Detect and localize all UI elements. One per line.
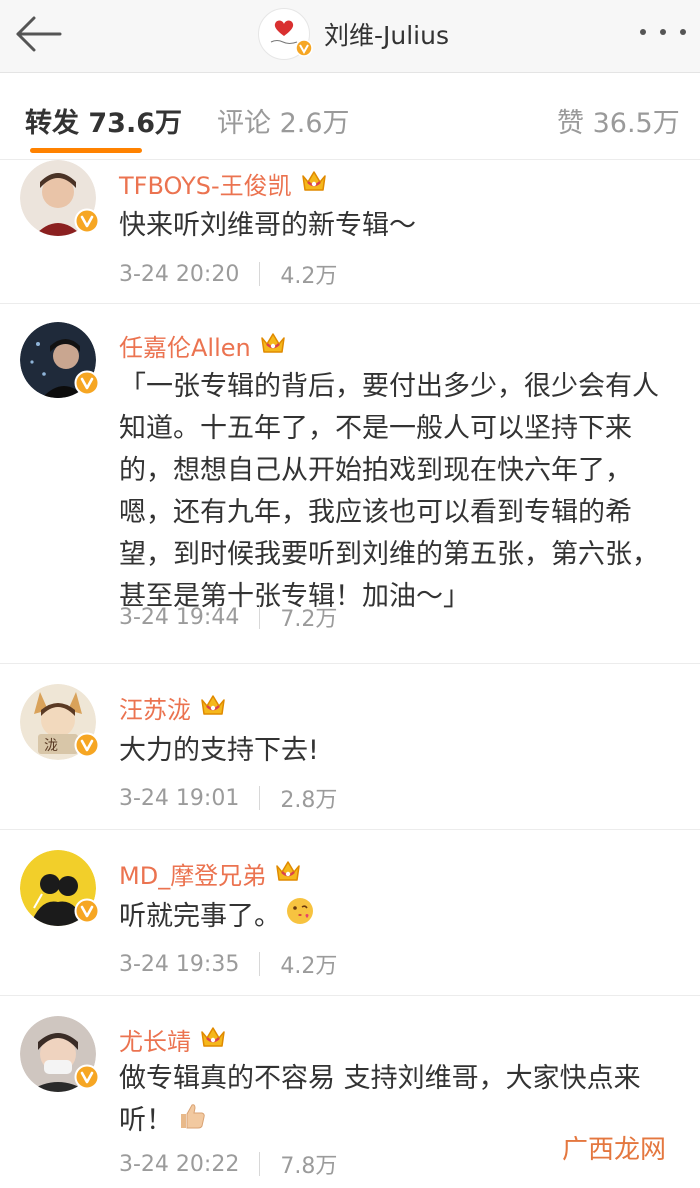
- verified-badge-icon: [74, 898, 100, 928]
- avatar[interactable]: 泷: [20, 684, 100, 760]
- watermark: 广西龙网: [561, 1135, 666, 1165]
- timestamp: 3-24 19:44: [119, 604, 240, 630]
- timestamp: 3-24 19:35: [119, 951, 240, 977]
- comment-text: 快来听刘维哥的新专辑～: [119, 210, 416, 241]
- username[interactable]: TFBOYS-王俊凯: [119, 166, 292, 201]
- avatar[interactable]: [20, 160, 100, 236]
- repost-list: TFBOYS-王俊凯 快来听刘维哥的新专辑～ 3-24 20:20 4.2万 任…: [0, 160, 700, 1188]
- tab-comments[interactable]: 评论 2.6万: [217, 101, 350, 140]
- avatar[interactable]: [20, 322, 100, 398]
- verified-badge-icon: [74, 732, 100, 762]
- list-item[interactable]: TFBOYS-王俊凯 快来听刘维哥的新专辑～ 3-24 20:20 4.2万: [0, 160, 700, 304]
- like-count[interactable]: 7.8万: [280, 1148, 337, 1180]
- back-arrow-icon[interactable]: [14, 14, 62, 54]
- divider: [259, 605, 261, 629]
- list-item[interactable]: 任嘉伦Allen 「一张专辑的背后，要付出多少，很少会有人知道。十五年了，不是一…: [0, 304, 700, 664]
- more-dots-icon[interactable]: [640, 22, 686, 42]
- page-title: 刘维-Julius: [324, 21, 450, 50]
- divider: [259, 262, 261, 286]
- comment-text: 听就完事了。: [119, 901, 281, 932]
- list-item[interactable]: MD_摩登兄弟 听就完事了。 3-24 19:35 4.2万: [0, 830, 700, 996]
- kiss-emoji-icon: [285, 896, 315, 939]
- timestamp: 3-24 20:22: [119, 1151, 240, 1177]
- divider: [259, 952, 261, 976]
- avatar[interactable]: [258, 8, 313, 61]
- crown-icon: [199, 1024, 227, 1056]
- svg-text:泷: 泷: [44, 738, 58, 754]
- crown-icon: [274, 858, 302, 890]
- like-count[interactable]: 4.2万: [280, 948, 337, 980]
- verified-badge-icon: [74, 370, 100, 400]
- avatar[interactable]: [20, 1016, 100, 1092]
- like-count[interactable]: 4.2万: [280, 258, 337, 290]
- tab-likes[interactable]: 赞 36.5万: [557, 101, 680, 140]
- active-tab-indicator: [30, 148, 142, 153]
- verified-badge-icon: [295, 39, 313, 61]
- username[interactable]: 汪苏泷: [119, 690, 191, 725]
- comment-text: 大力的支持下去!: [119, 735, 319, 766]
- tab-bar: 转发 73.6万 评论 2.6万 赞 36.5万: [0, 73, 700, 160]
- verified-badge-icon: [74, 1064, 100, 1094]
- list-item[interactable]: 泷 汪苏泷 大力的支持下去! 3-24 19:01 2.8万: [0, 664, 700, 830]
- crown-icon: [199, 692, 227, 724]
- username[interactable]: 任嘉伦Allen: [119, 328, 251, 363]
- crown-icon: [300, 168, 328, 200]
- like-count[interactable]: 2.8万: [280, 782, 337, 814]
- like-count[interactable]: 7.2万: [280, 601, 337, 633]
- username[interactable]: MD_摩登兄弟: [119, 856, 266, 891]
- divider: [259, 1152, 261, 1176]
- tab-reposts[interactable]: 转发 73.6万: [25, 101, 182, 140]
- comment-text: 「一张专辑的背后，要付出多少，很少会有人知道。十五年了，不是一般人可以坚持下来的…: [119, 371, 659, 612]
- profile-header[interactable]: 刘维-Julius: [258, 6, 449, 62]
- divider: [259, 786, 261, 810]
- avatar[interactable]: [20, 850, 100, 926]
- thumbs-up-icon: [177, 1101, 207, 1143]
- top-bar: 刘维-Julius: [0, 0, 700, 73]
- crown-icon: [259, 330, 287, 362]
- username[interactable]: 尤长靖: [119, 1022, 191, 1057]
- timestamp: 3-24 19:01: [119, 785, 240, 811]
- verified-badge-icon: [74, 208, 100, 238]
- timestamp: 3-24 20:20: [119, 261, 240, 287]
